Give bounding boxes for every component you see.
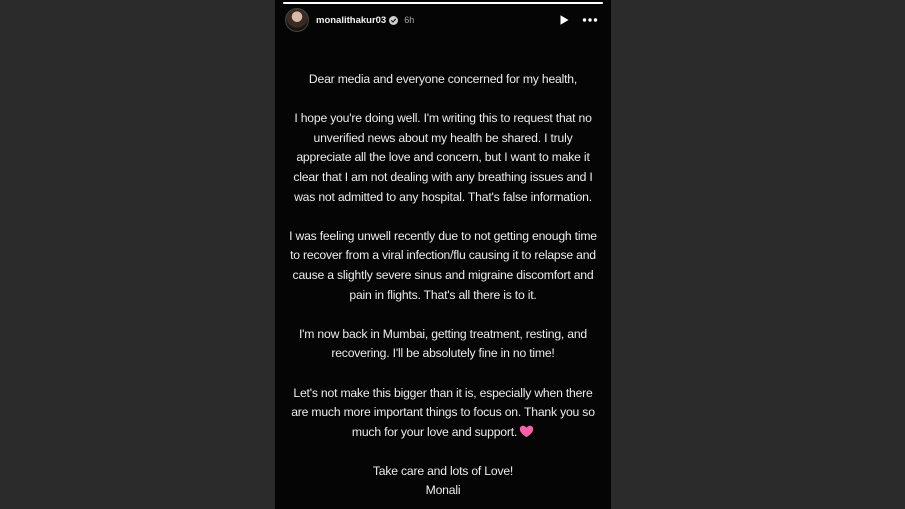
- message-signature: Monali: [425, 483, 461, 498]
- message-paragraph-2: I was feeling unwell recently due to not…: [289, 228, 597, 302]
- story-progress-fill: [283, 2, 603, 4]
- page-background: monalithakur03 6h Dear media and everyon…: [0, 0, 905, 509]
- more-options-icon[interactable]: [579, 9, 601, 31]
- play-icon[interactable]: [553, 9, 575, 31]
- message-salutation: Dear media and everyone concerned for my…: [308, 72, 578, 86]
- message-closing: Take care and lots of Love!: [372, 463, 514, 478]
- story-progress-bar: [283, 2, 603, 4]
- verified-badge-icon: [389, 15, 399, 25]
- message-paragraph-4-wrap: Let's not make this bigger than it is, e…: [287, 384, 599, 443]
- message-paragraph-3: I'm now back in Mumbai, getting treatmen…: [298, 326, 588, 361]
- story-header: monalithakur03 6h: [285, 8, 601, 32]
- avatar[interactable]: [285, 8, 309, 32]
- pink-heart-emoji: [519, 425, 534, 437]
- message-paragraph-1: I hope you're doing well. I'm writing th…: [293, 111, 593, 204]
- message-paragraph-4: Let's not make this bigger than it is, e…: [291, 385, 595, 439]
- story-message: Dear media and everyone concerned for my…: [287, 70, 599, 501]
- username[interactable]: monalithakur03: [316, 15, 386, 26]
- story-viewer[interactable]: monalithakur03 6h Dear media and everyon…: [275, 0, 611, 509]
- post-timestamp: 6h: [404, 15, 415, 25]
